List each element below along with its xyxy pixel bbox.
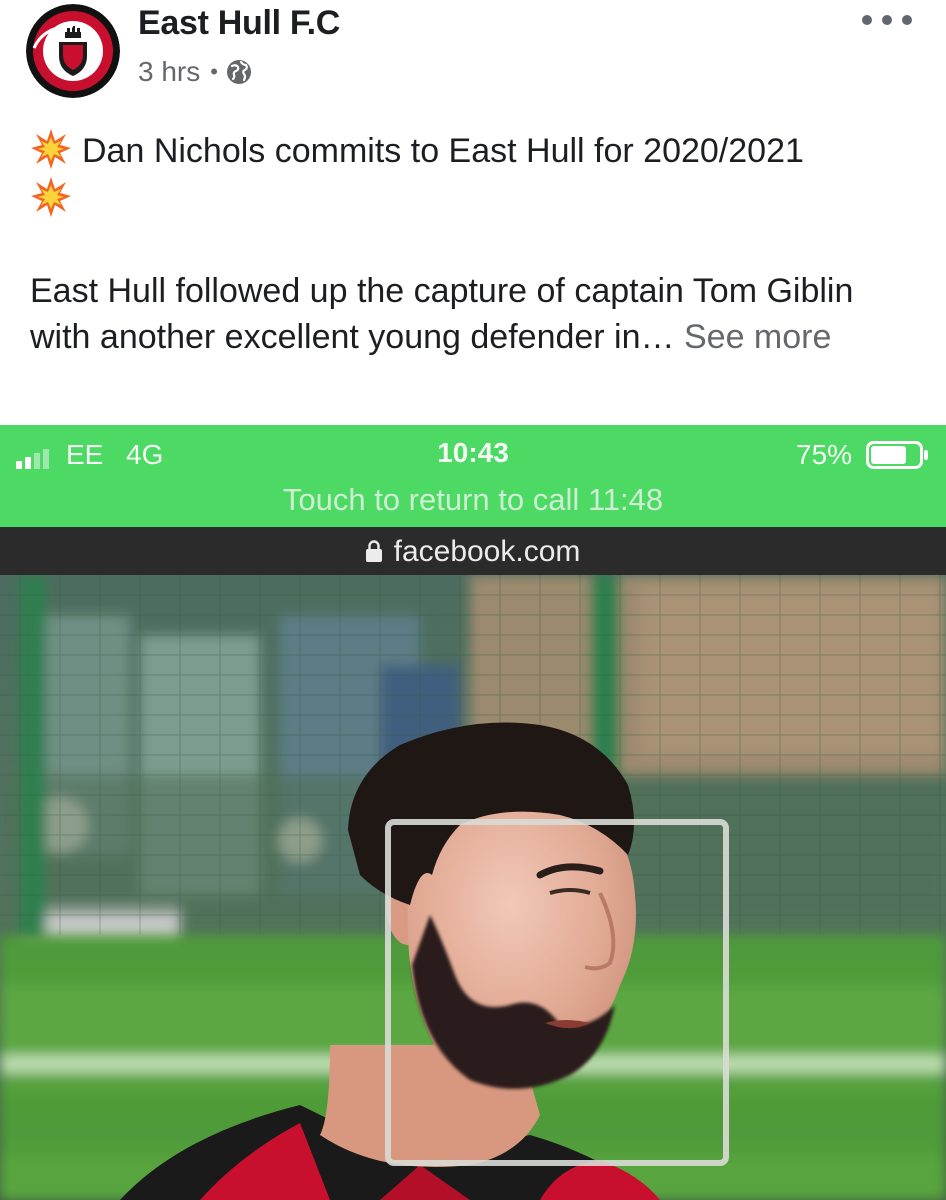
see-more-link[interactable]: See more	[684, 318, 831, 356]
url-display: facebook.com	[0, 535, 946, 569]
battery-percent: 75%	[796, 439, 853, 470]
more-dot	[862, 15, 872, 25]
post-body: East Hull followed up the capture of cap…	[30, 268, 910, 360]
post-header: East Hull F.C 3 hrs •	[0, 0, 946, 110]
battery-icon	[866, 441, 928, 469]
post-meta: 3 hrs •	[138, 56, 252, 88]
url-text: facebook.com	[393, 535, 581, 568]
club-crest-avatar[interactable]	[26, 4, 120, 98]
meta-separator: •	[210, 59, 218, 84]
post-headline: Dan Nichols commits to East Hull for 202…	[82, 132, 804, 170]
more-dot	[902, 15, 912, 25]
post-headline-block: Dan Nichols commits to East Hull for 202…	[30, 128, 910, 218]
globe-icon[interactable]	[226, 59, 252, 85]
post-image[interactable]: EE 4G 10:43 75% Touch to return to call …	[0, 425, 946, 1200]
player-photo	[0, 575, 946, 1200]
post-time[interactable]: 3 hrs	[138, 56, 200, 88]
return-to-call-banner[interactable]: EE 4G 10:43 75% Touch to return to call …	[0, 425, 946, 527]
more-options-icon[interactable]	[862, 6, 912, 34]
collision-burst-icon	[31, 129, 71, 169]
browser-url-bar[interactable]: facebook.com	[0, 527, 946, 575]
lock-icon	[365, 540, 382, 562]
return-to-call-text[interactable]: Touch to return to call 11:48	[0, 482, 946, 518]
more-dot	[882, 15, 892, 25]
collision-burst-icon	[31, 177, 71, 217]
headline-line: Dan Nichols commits to East Hull for 202…	[30, 128, 910, 174]
club-crest-icon	[26, 4, 120, 98]
page-name[interactable]: East Hull F.C	[138, 4, 340, 43]
